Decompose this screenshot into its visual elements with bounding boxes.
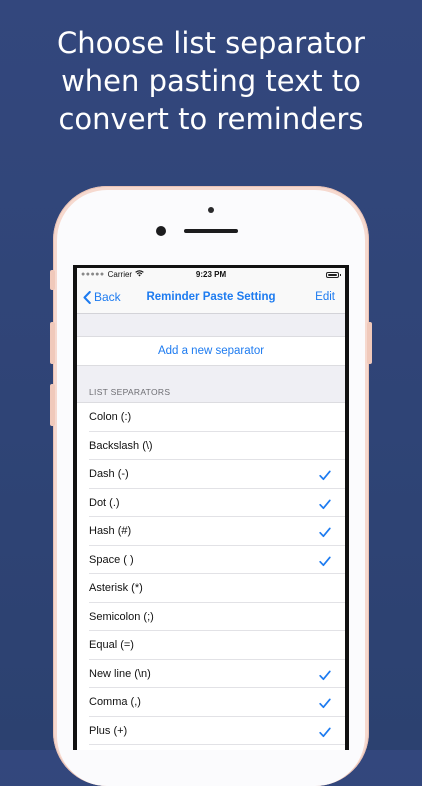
headline: Choose list separator when pasting text … [0, 24, 422, 138]
separator-label: Backslash (\) [89, 439, 153, 452]
phone-speaker [184, 229, 238, 233]
headline-line-1: Choose list separator [57, 26, 365, 60]
phone-side-button [50, 270, 55, 290]
headline-line-2: when pasting text to [61, 64, 361, 98]
separator-row[interactable]: Semicolon (;) [77, 603, 345, 632]
headline-line-3: convert to reminders [58, 102, 364, 136]
front-camera [156, 226, 166, 236]
navigation-bar: Back Reminder Paste Setting Edit [77, 282, 345, 314]
status-bar: ●●●●● Carrier 9:23 PM [77, 268, 345, 282]
status-time: 9:23 PM [195, 270, 227, 279]
separator-row[interactable]: Comma (,) [77, 688, 345, 717]
app-screen: ●●●●● Carrier 9:23 PM Back Reminder Past… [77, 268, 345, 750]
edit-button[interactable]: Edit [315, 291, 335, 303]
phone-power-button [367, 322, 372, 364]
phone-volume-down-button [50, 384, 55, 426]
phone-sensor [208, 207, 214, 213]
separator-label: New line (\n) [89, 667, 151, 680]
separator-row[interactable]: Hash (#) [77, 517, 345, 546]
separator-label: Colon (:) [89, 411, 132, 423]
checkmark-icon [319, 668, 331, 686]
separator-label: Asterisk (*) [89, 582, 143, 594]
separator-row[interactable]: Dash (-) [77, 460, 345, 489]
checkmark-icon [319, 554, 331, 572]
page-title: Reminder Paste Setting [146, 291, 276, 303]
checkmark-icon [319, 696, 331, 714]
separator-row[interactable]: Colon (:) [77, 403, 345, 432]
separator-row[interactable]: Backslash (\) [77, 432, 345, 461]
separator-label: Equal (=) [89, 639, 134, 651]
checkmark-icon [319, 468, 331, 486]
checkmark-icon [319, 725, 331, 743]
battery-level [328, 274, 337, 276]
separator-row[interactable] [77, 745, 345, 750]
separator-label: Comma (,) [89, 696, 141, 708]
separator-label: Hash (#) [89, 525, 132, 537]
separator-label: Space ( ) [89, 553, 134, 566]
battery-icon [326, 272, 341, 278]
separator-label: Semicolon (;) [89, 610, 154, 623]
separator-list: Colon (:) Backslash (\) Dash (-) Dot (.)… [77, 402, 345, 750]
separator-row[interactable]: Plus (+) [77, 717, 345, 746]
separator-row[interactable]: Equal (=) [77, 631, 345, 660]
checkmark-icon [319, 525, 331, 543]
checkmark-icon [319, 497, 331, 515]
section-header: LIST SEPARATORS [77, 366, 345, 402]
separator-label: Plus (+) [89, 724, 128, 737]
phone-volume-up-button [50, 322, 55, 364]
separator-row[interactable]: Dot (.) [77, 489, 345, 518]
separator-row[interactable]: Space ( ) [77, 546, 345, 575]
separator-row[interactable]: New line (\n) [77, 660, 345, 689]
add-separator-button[interactable]: Add a new separator [77, 336, 345, 366]
separator-label: Dash (-) [89, 468, 129, 480]
separator-label: Dot (.) [89, 496, 120, 509]
phone-screen: ●●●●● Carrier 9:23 PM Back Reminder Past… [73, 265, 349, 750]
separator-row[interactable]: Asterisk (*) [77, 574, 345, 603]
top-spacer [77, 314, 345, 336]
